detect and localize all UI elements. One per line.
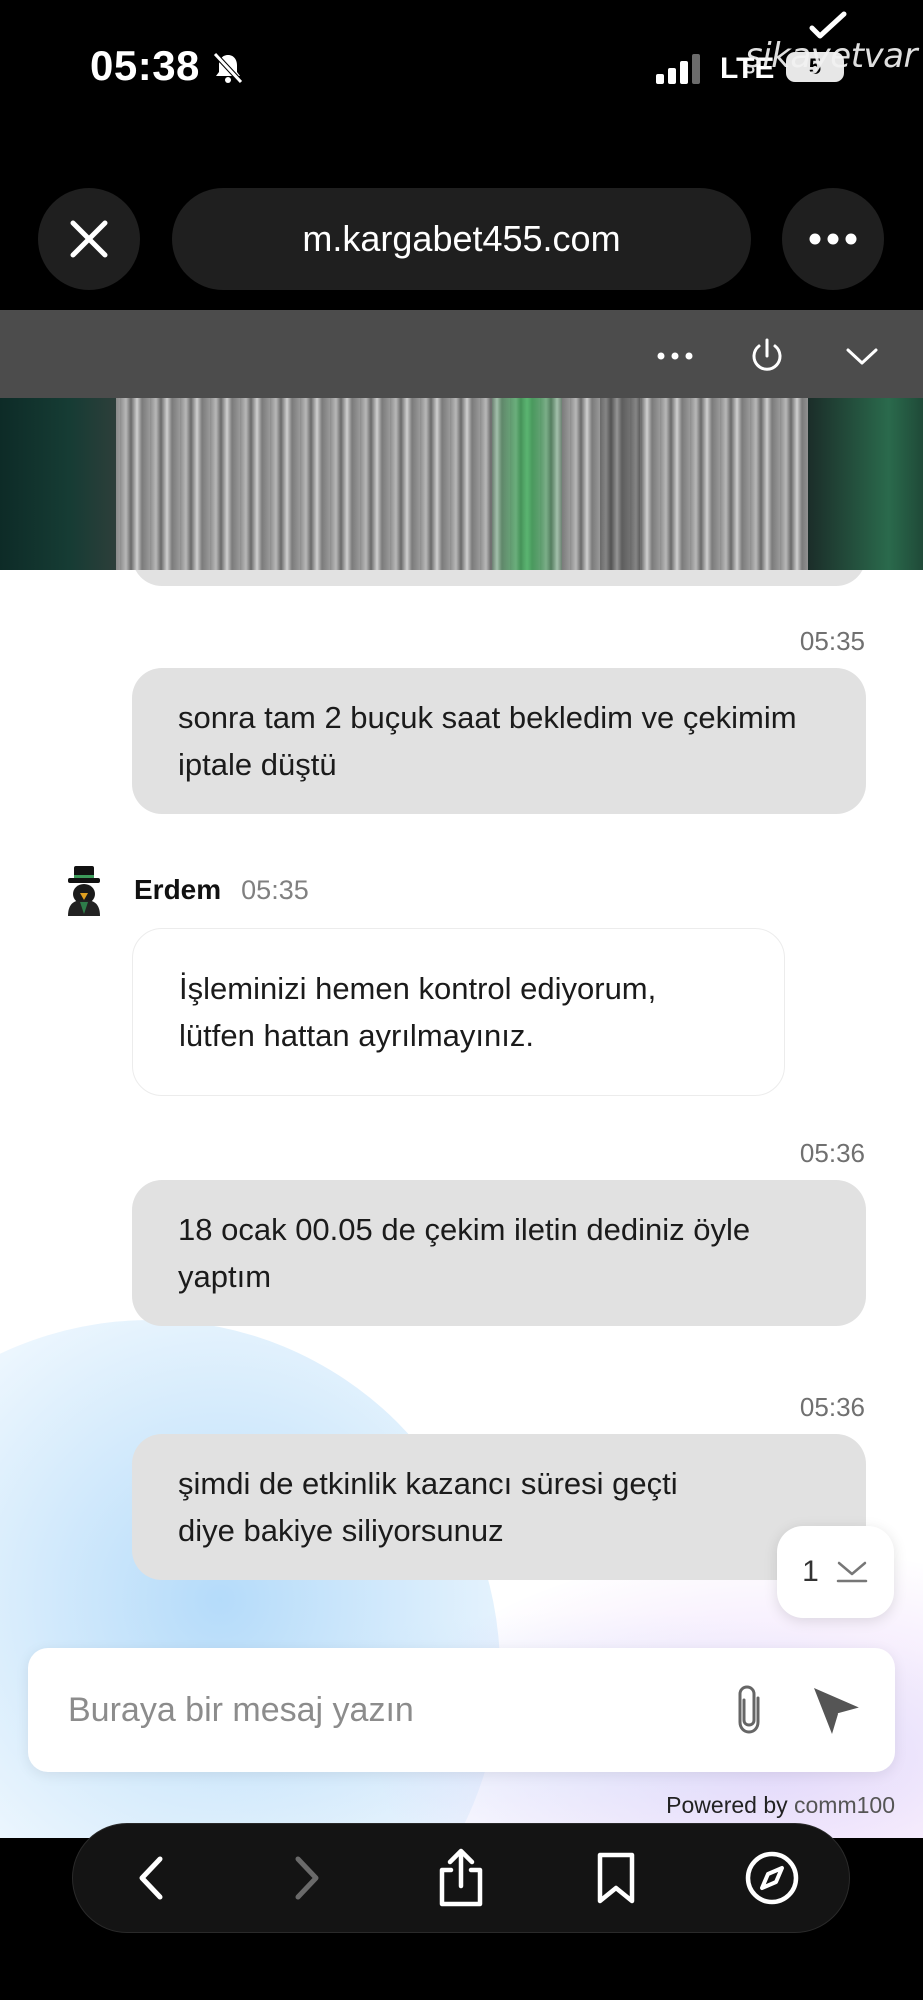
share-button[interactable] — [429, 1846, 493, 1910]
previous-message-bubble — [132, 570, 866, 586]
more-options-button[interactable] — [782, 188, 884, 290]
banner-right-edge — [808, 398, 923, 570]
power-icon[interactable] — [747, 336, 787, 376]
powered-by-label: Powered by — [666, 1792, 788, 1818]
watermark: şikayetvar — [745, 36, 918, 76]
agent-message-bubble: İşleminizi hemen kontrol ediyorum, lütfe… — [132, 928, 785, 1096]
message-timestamp: 05:36 — [799, 1138, 865, 1168]
message-input[interactable] — [68, 1684, 688, 1736]
powered-by: Powered by comm100 — [666, 1792, 895, 1819]
signal-icon — [656, 54, 700, 84]
status-time: 05:38 — [90, 42, 200, 89]
more-dots-icon — [809, 233, 857, 245]
message-timestamp: 05:36 — [799, 1392, 865, 1422]
forward-chevron-icon — [295, 1856, 319, 1900]
bookmark-icon — [597, 1852, 635, 1904]
agent-avatar — [68, 866, 100, 916]
back-button[interactable] — [120, 1846, 184, 1910]
agent-header: Erdem 05:35 — [58, 864, 309, 916]
message-timestamp: 05:35 — [799, 626, 865, 656]
banner-green-streak — [492, 398, 562, 570]
message-composer — [28, 1648, 895, 1772]
close-button[interactable] — [38, 188, 140, 290]
send-icon[interactable] — [808, 1682, 866, 1740]
share-icon — [439, 1848, 483, 1907]
chat-banner-image — [0, 398, 923, 570]
agent-name: Erdem — [134, 874, 222, 905]
scroll-down-icon — [836, 1561, 868, 1583]
forward-button[interactable] — [274, 1846, 338, 1910]
compass-button[interactable] — [740, 1846, 804, 1910]
user-message-bubble: 18 ocak 00.05 de çekim iletin dediniz öy… — [132, 1180, 866, 1326]
scroll-to-latest-button[interactable]: 1 — [777, 1526, 894, 1618]
user-message-bubble: sonra tam 2 buçuk saat bekledim ve çekim… — [132, 668, 866, 814]
user-message-bubble: şimdi de etkinlik kazancı süresi geçti d… — [132, 1434, 866, 1580]
chat-menu-dots-icon[interactable] — [655, 336, 695, 376]
unread-count: 1 — [802, 1555, 819, 1588]
banner-dark-streak — [600, 398, 640, 570]
powered-by-brand[interactable]: comm100 — [794, 1792, 895, 1818]
status-bar: 05:38 LTE 5 şikayetvar — [0, 0, 923, 130]
banner-left-edge — [0, 398, 116, 570]
compass-icon — [745, 1851, 799, 1905]
chevron-down-icon[interactable] — [842, 336, 882, 376]
bell-muted-icon — [213, 52, 243, 84]
close-icon — [70, 220, 108, 258]
message-timestamp: 05:35 — [241, 874, 309, 905]
bookmarks-button[interactable] — [584, 1846, 648, 1910]
attachment-icon[interactable] — [720, 1680, 780, 1740]
back-chevron-icon — [139, 1856, 163, 1900]
url-field[interactable]: m.kargabet455.com — [172, 188, 751, 290]
chat-message-list[interactable]: 05:35 sonra tam 2 buçuk saat bekledim ve… — [0, 570, 923, 1838]
